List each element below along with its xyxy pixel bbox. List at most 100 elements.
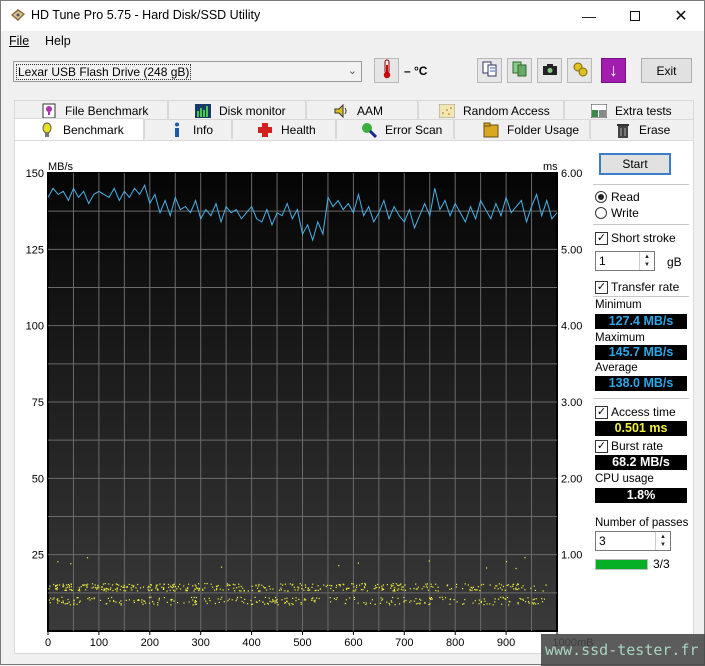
tab-benchmark[interactable]: Benchmark: [14, 118, 144, 140]
access-time-point: [430, 598, 432, 600]
options-button[interactable]: [567, 58, 592, 83]
grid-lines: [48, 173, 557, 631]
short-stroke-spinner[interactable]: 1 ▲ ▼: [595, 251, 655, 271]
tab-random-access[interactable]: Random Access: [418, 100, 564, 120]
access-time-point: [522, 585, 524, 587]
access-time-point: [305, 586, 307, 588]
camera-button[interactable]: [537, 58, 562, 83]
tab-health[interactable]: Health: [232, 119, 336, 139]
access-time-point: [177, 586, 179, 588]
access-time-point: [258, 583, 260, 586]
access-time-point: [222, 589, 224, 591]
passes-progress-text: 3/3: [653, 557, 670, 571]
access-time-point: [78, 588, 81, 591]
access-time-point: [464, 599, 466, 601]
access-time-point: [469, 588, 471, 590]
close-button[interactable]: ✕: [658, 1, 704, 31]
transfer-rate-checkbox[interactable]: ✓ Transfer rate: [595, 280, 679, 294]
access-time-point: [187, 587, 189, 589]
access-time-point: [508, 604, 510, 606]
spinner-arrows-icon[interactable]: ▲ ▼: [655, 532, 670, 550]
short-stroke-checkbox[interactable]: ✓ Short stroke: [595, 231, 676, 245]
access-time-point: [93, 586, 95, 588]
burst-rate-checkbox[interactable]: ✓ Burst rate: [595, 439, 663, 453]
minimize-icon: —: [582, 8, 596, 24]
access-time-point: [159, 583, 161, 585]
access-time-point: [229, 584, 231, 586]
short-stroke-unit: gB: [667, 255, 682, 269]
access-time-point: [352, 590, 354, 592]
access-time-point: [353, 598, 356, 600]
exit-button[interactable]: Exit: [641, 58, 692, 83]
access-time-point: [272, 588, 274, 590]
spinner-arrows-icon[interactable]: ▲ ▼: [639, 252, 654, 270]
access-time-point: [170, 586, 172, 588]
access-time-point: [56, 584, 58, 586]
tab-disk-monitor[interactable]: Disk monitor: [168, 100, 306, 120]
tab-error-scan[interactable]: Error Scan: [336, 119, 454, 139]
access-time-point: [142, 603, 144, 605]
watermark: www.ssd-tester.fr: [541, 634, 705, 666]
access-time-point: [483, 598, 485, 600]
access-time-point: [469, 589, 471, 592]
access-time-point: [499, 587, 502, 589]
access-time-point: [471, 589, 473, 592]
copy-screenshot-button[interactable]: [507, 58, 532, 83]
write-radio[interactable]: Write: [595, 206, 639, 220]
write-label: Write: [611, 206, 639, 220]
access-time-point: [430, 583, 432, 585]
start-label: Start: [622, 157, 648, 171]
tab-aam[interactable]: AAM: [306, 100, 418, 120]
access-time-point: [125, 590, 127, 592]
save-download-icon: ↓: [609, 60, 618, 80]
access-time-point: [228, 588, 230, 591]
maximize-button[interactable]: [612, 1, 658, 31]
access-time-point: [89, 599, 91, 601]
access-time-point: [532, 599, 534, 601]
access-time-point: [78, 601, 81, 603]
minimize-button[interactable]: —: [566, 1, 612, 31]
tab-info[interactable]: Info: [144, 119, 232, 139]
passes-spinner[interactable]: 3 ▲ ▼: [595, 531, 671, 551]
access-time-point: [284, 602, 286, 604]
access-time-point: [497, 588, 499, 590]
access-time-point: [221, 596, 223, 598]
access-time-point: [250, 599, 252, 601]
copy-info-button[interactable]: [477, 58, 502, 83]
access-time-point: [355, 586, 358, 588]
access-time-point: [91, 587, 93, 589]
access-time-point: [392, 585, 394, 587]
access-time-point: [344, 603, 346, 605]
x-tick-label: 0: [45, 637, 51, 649]
start-button[interactable]: Start: [599, 153, 671, 175]
access-time-point: [275, 601, 277, 603]
save-download-button[interactable]: ↓: [601, 58, 626, 83]
access-time-point: [79, 590, 81, 592]
tab-random-access-label: Random Access: [463, 103, 550, 118]
y-tick-label-right: 3.00: [561, 397, 582, 409]
access-time-point: [507, 596, 509, 599]
access-time-point: [183, 585, 185, 587]
access-time-point: [153, 603, 155, 605]
divider: [593, 184, 689, 185]
access-time-point: [392, 596, 394, 599]
read-radio[interactable]: Read: [595, 190, 640, 204]
tab-erase[interactable]: Erase: [590, 119, 694, 139]
tab-extra-tests[interactable]: Extra tests: [564, 100, 694, 120]
access-time-point: [332, 590, 334, 592]
temperature-button[interactable]: [374, 58, 399, 83]
access-time-point: [150, 584, 152, 586]
tabs-row-bottom: Benchmark Info Health Error Scan Folder …: [14, 118, 694, 140]
access-time-checkbox[interactable]: ✓ Access time: [595, 405, 676, 419]
menu-file[interactable]: File: [9, 34, 29, 48]
tab-folder-usage[interactable]: Folder Usage: [454, 119, 590, 139]
access-time-point: [446, 585, 448, 587]
menu-help[interactable]: Help: [45, 34, 71, 48]
drive-select[interactable]: Lexar USB Flash Drive (248 gB) ⌄: [13, 61, 362, 82]
access-time-point: [502, 596, 504, 598]
tab-file-benchmark[interactable]: File Benchmark: [14, 100, 168, 120]
extra-tests-icon: [591, 103, 607, 119]
access-time-point: [402, 586, 404, 588]
access-time-point: [115, 583, 117, 585]
x-tick-label: 900: [497, 637, 515, 649]
